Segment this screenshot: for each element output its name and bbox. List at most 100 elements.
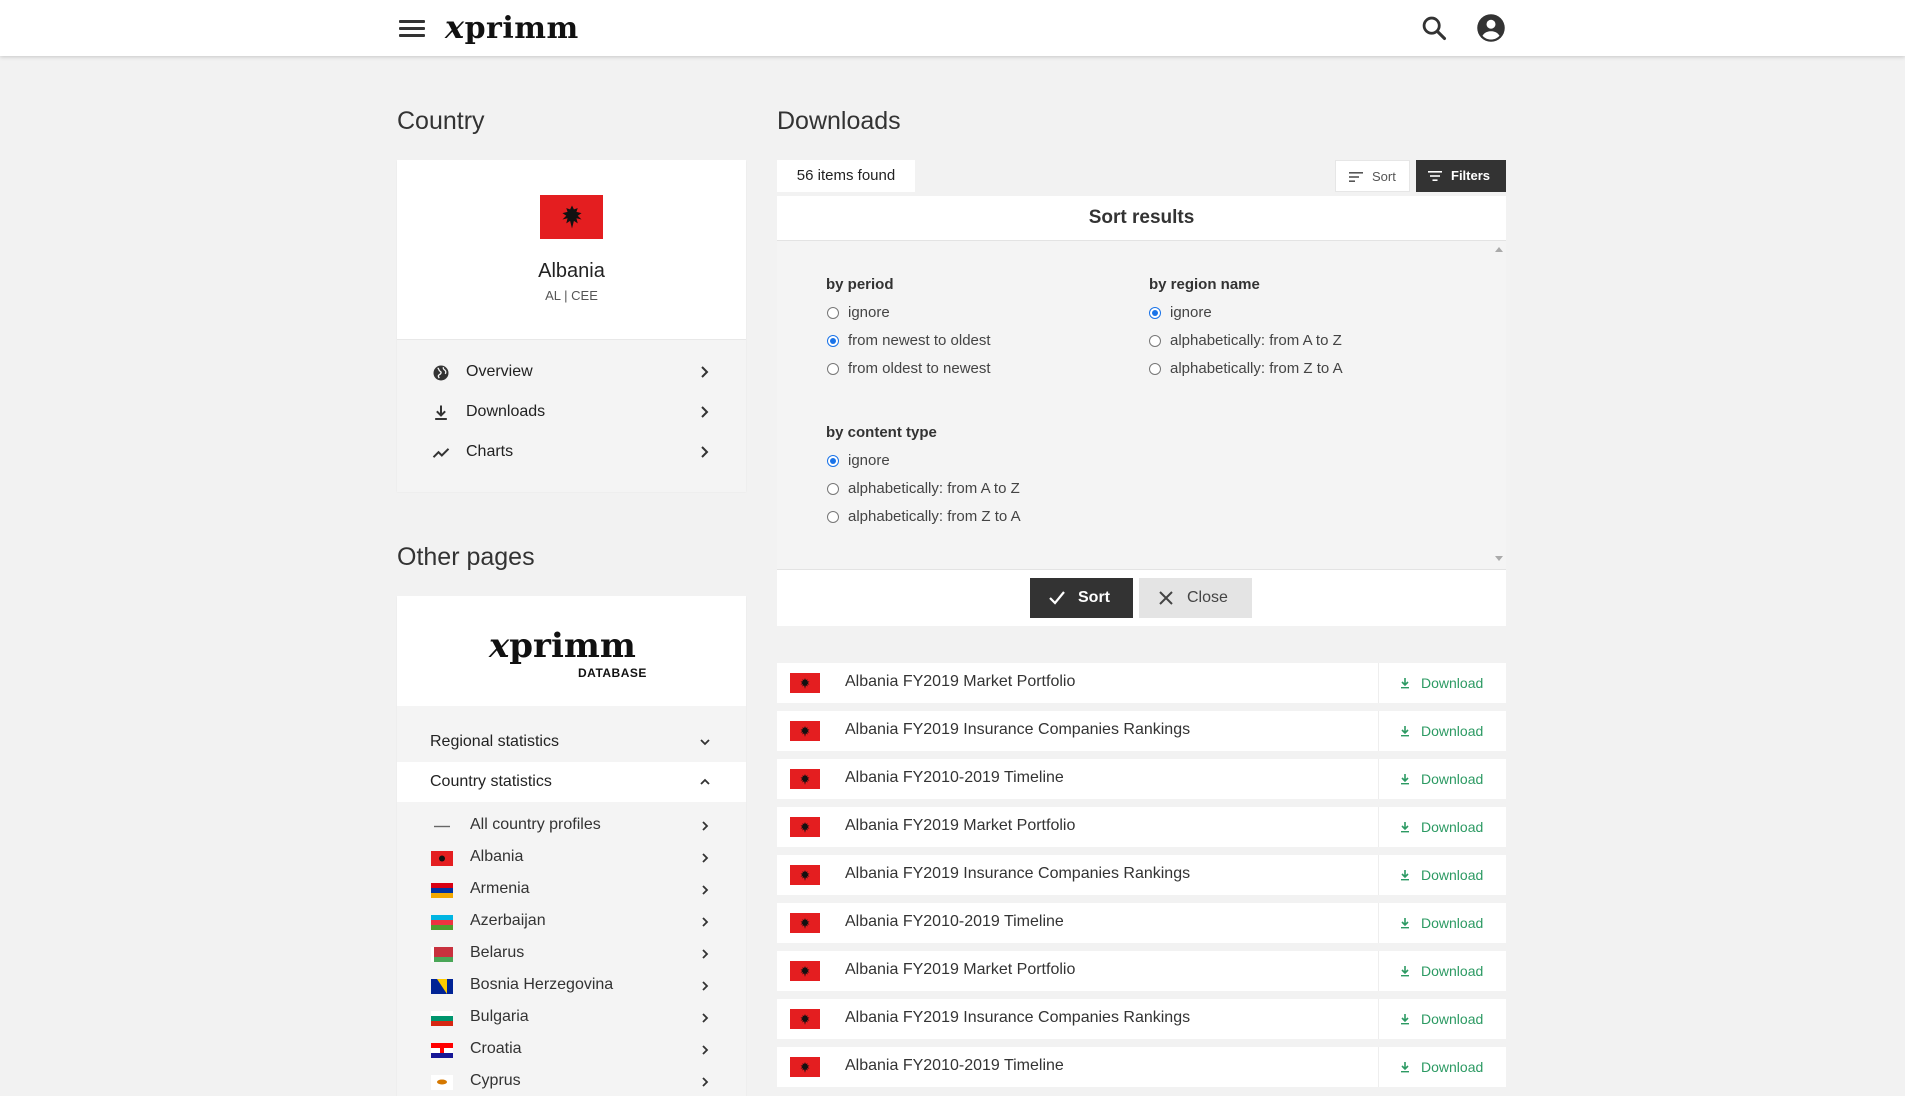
download-label: Download [1421, 867, 1484, 883]
download-button[interactable]: Download [1378, 711, 1507, 751]
nav-charts[interactable]: Charts [397, 435, 746, 471]
list-item-armenia[interactable]: Armenia [397, 874, 746, 904]
download-row: Albania FY2010-2019 Timeline Download [777, 903, 1506, 943]
list-item-label: Azerbaijan [470, 912, 546, 929]
close-sort-button[interactable]: Close [1139, 578, 1252, 618]
radio-label: ignore [1170, 304, 1212, 321]
radio-button [1149, 335, 1161, 347]
download-row: Albania FY2019 Market Portfolio Download [777, 951, 1506, 991]
logo-word: primm [464, 11, 579, 46]
download-button[interactable]: Download [1378, 807, 1507, 847]
eagle-icon [800, 917, 810, 929]
list-item-cyprus[interactable]: Cyprus [397, 1066, 746, 1096]
radio-button [827, 363, 839, 375]
download-button[interactable]: Download [1378, 999, 1507, 1039]
bulgaria-flag-icon [431, 1011, 453, 1026]
list-item-bulgaria[interactable]: Bulgaria [397, 1002, 746, 1032]
list-item-croatia[interactable]: Croatia [397, 1034, 746, 1064]
download-title[interactable]: Albania FY2019 Market Portfolio [845, 817, 1075, 835]
section-label: Regional statistics [430, 733, 559, 750]
country-name: Albania [538, 260, 605, 282]
download-row: Albania FY2019 Market Portfolio Download [777, 807, 1506, 847]
radio-label: alphabetically: from Z to A [1170, 360, 1343, 377]
albania-flag-icon [790, 1009, 820, 1029]
dash-icon [434, 825, 450, 828]
download-row: Albania FY2019 Insurance Companies Ranki… [777, 855, 1506, 895]
download-title[interactable]: Albania FY2019 Market Portfolio [845, 961, 1075, 979]
list-item-belarus[interactable]: Belarus [397, 938, 746, 968]
download-button[interactable]: Download [1378, 1047, 1507, 1087]
list-item-label: Bulgaria [470, 1008, 529, 1025]
download-title[interactable]: Albania FY2019 Insurance Companies Ranki… [845, 1009, 1190, 1027]
scroll-down-arrow[interactable] [1495, 556, 1503, 561]
nav-downloads[interactable]: Downloads [397, 395, 746, 431]
download-title[interactable]: Albania FY2010-2019 Timeline [845, 913, 1064, 931]
chevron-right-icon [701, 366, 709, 378]
download-label: Download [1421, 1059, 1484, 1075]
section-country-statistics[interactable]: Country statistics [397, 762, 746, 802]
download-label: Download [1421, 963, 1484, 979]
eagle-icon [800, 1061, 810, 1073]
radio-label: alphabetically: from Z to A [848, 508, 1021, 525]
section-label: Country statistics [430, 773, 552, 790]
nav-overview[interactable]: Overview [397, 355, 746, 391]
eagle-icon [800, 821, 810, 833]
download-button[interactable]: Download [1378, 759, 1507, 799]
scroll-up-arrow[interactable] [1495, 247, 1503, 252]
radio-button [827, 511, 839, 523]
download-icon [1401, 774, 1409, 785]
list-item-azerbaijan[interactable]: Azerbaijan [397, 906, 746, 936]
xprimm-logo[interactable]: xprimm [445, 8, 579, 46]
filters-button[interactable]: Filters [1416, 160, 1506, 192]
hamburger-menu-icon[interactable] [399, 16, 425, 40]
armenia-flag-icon [431, 883, 453, 898]
top-bar: xprimm [0, 0, 1905, 56]
other-pages-heading: Other pages [397, 543, 535, 571]
download-row: Albania FY2019 Insurance Companies Ranki… [777, 711, 1506, 751]
list-item-label: Armenia [470, 880, 530, 897]
albania-flag-icon [790, 673, 820, 693]
download-title[interactable]: Albania FY2010-2019 Timeline [845, 769, 1064, 787]
cyprus-flag-icon [431, 1075, 453, 1090]
xprimm-database-logo[interactable]: xprimm DATABASE [397, 596, 746, 706]
db-logo-sub: DATABASE [578, 666, 647, 680]
list-item-bosnia-herzegovina[interactable]: Bosnia Herzegovina [397, 970, 746, 1000]
chevron-right-icon [702, 917, 709, 927]
chevron-right-icon [702, 853, 709, 863]
group-title-content-type: by content type [826, 424, 937, 441]
download-button[interactable]: Download [1378, 903, 1507, 943]
albania-flag-icon [790, 817, 820, 837]
download-button[interactable]: Download [1378, 663, 1507, 703]
country-heading: Country [397, 107, 485, 135]
download-title[interactable]: Albania FY2019 Insurance Companies Ranki… [845, 865, 1190, 883]
account-icon[interactable] [1476, 13, 1506, 43]
nav-label: Downloads [466, 403, 546, 420]
download-title[interactable]: Albania FY2019 Market Portfolio [845, 673, 1075, 691]
radio-button [827, 307, 839, 319]
radio-button [1149, 363, 1161, 375]
belarus-flag-icon [431, 947, 453, 962]
nav-label: Charts [466, 443, 514, 460]
sort-options-area: by period ignore from newest to oldest f… [777, 240, 1506, 570]
download-title[interactable]: Albania FY2019 Insurance Companies Ranki… [845, 721, 1190, 739]
list-item-label: Croatia [470, 1040, 522, 1057]
download-icon [1401, 918, 1409, 929]
section-regional-statistics[interactable]: Regional statistics [397, 722, 746, 762]
list-item-all-country-profiles[interactable]: All country profiles [397, 810, 746, 840]
download-button[interactable]: Download [1378, 855, 1507, 895]
apply-sort-label: Sort [1078, 589, 1110, 606]
apply-sort-button[interactable]: Sort [1030, 578, 1133, 618]
download-label: Download [1421, 915, 1484, 931]
download-button[interactable]: Download [1378, 951, 1507, 991]
filter-icon [1428, 171, 1442, 181]
list-item-albania[interactable]: Albania [397, 842, 746, 872]
eagle-icon [800, 677, 810, 689]
eagle-icon [800, 1013, 810, 1025]
filters-label: Filters [1451, 168, 1491, 183]
search-icon[interactable] [1420, 14, 1448, 42]
radio-label: alphabetically: from A to Z [848, 480, 1020, 497]
sort-toggle-button[interactable]: Sort [1335, 160, 1410, 192]
download-title[interactable]: Albania FY2010-2019 Timeline [845, 1057, 1064, 1075]
radio-label: from newest to oldest [848, 332, 991, 349]
list-item-label: Cyprus [470, 1072, 521, 1089]
